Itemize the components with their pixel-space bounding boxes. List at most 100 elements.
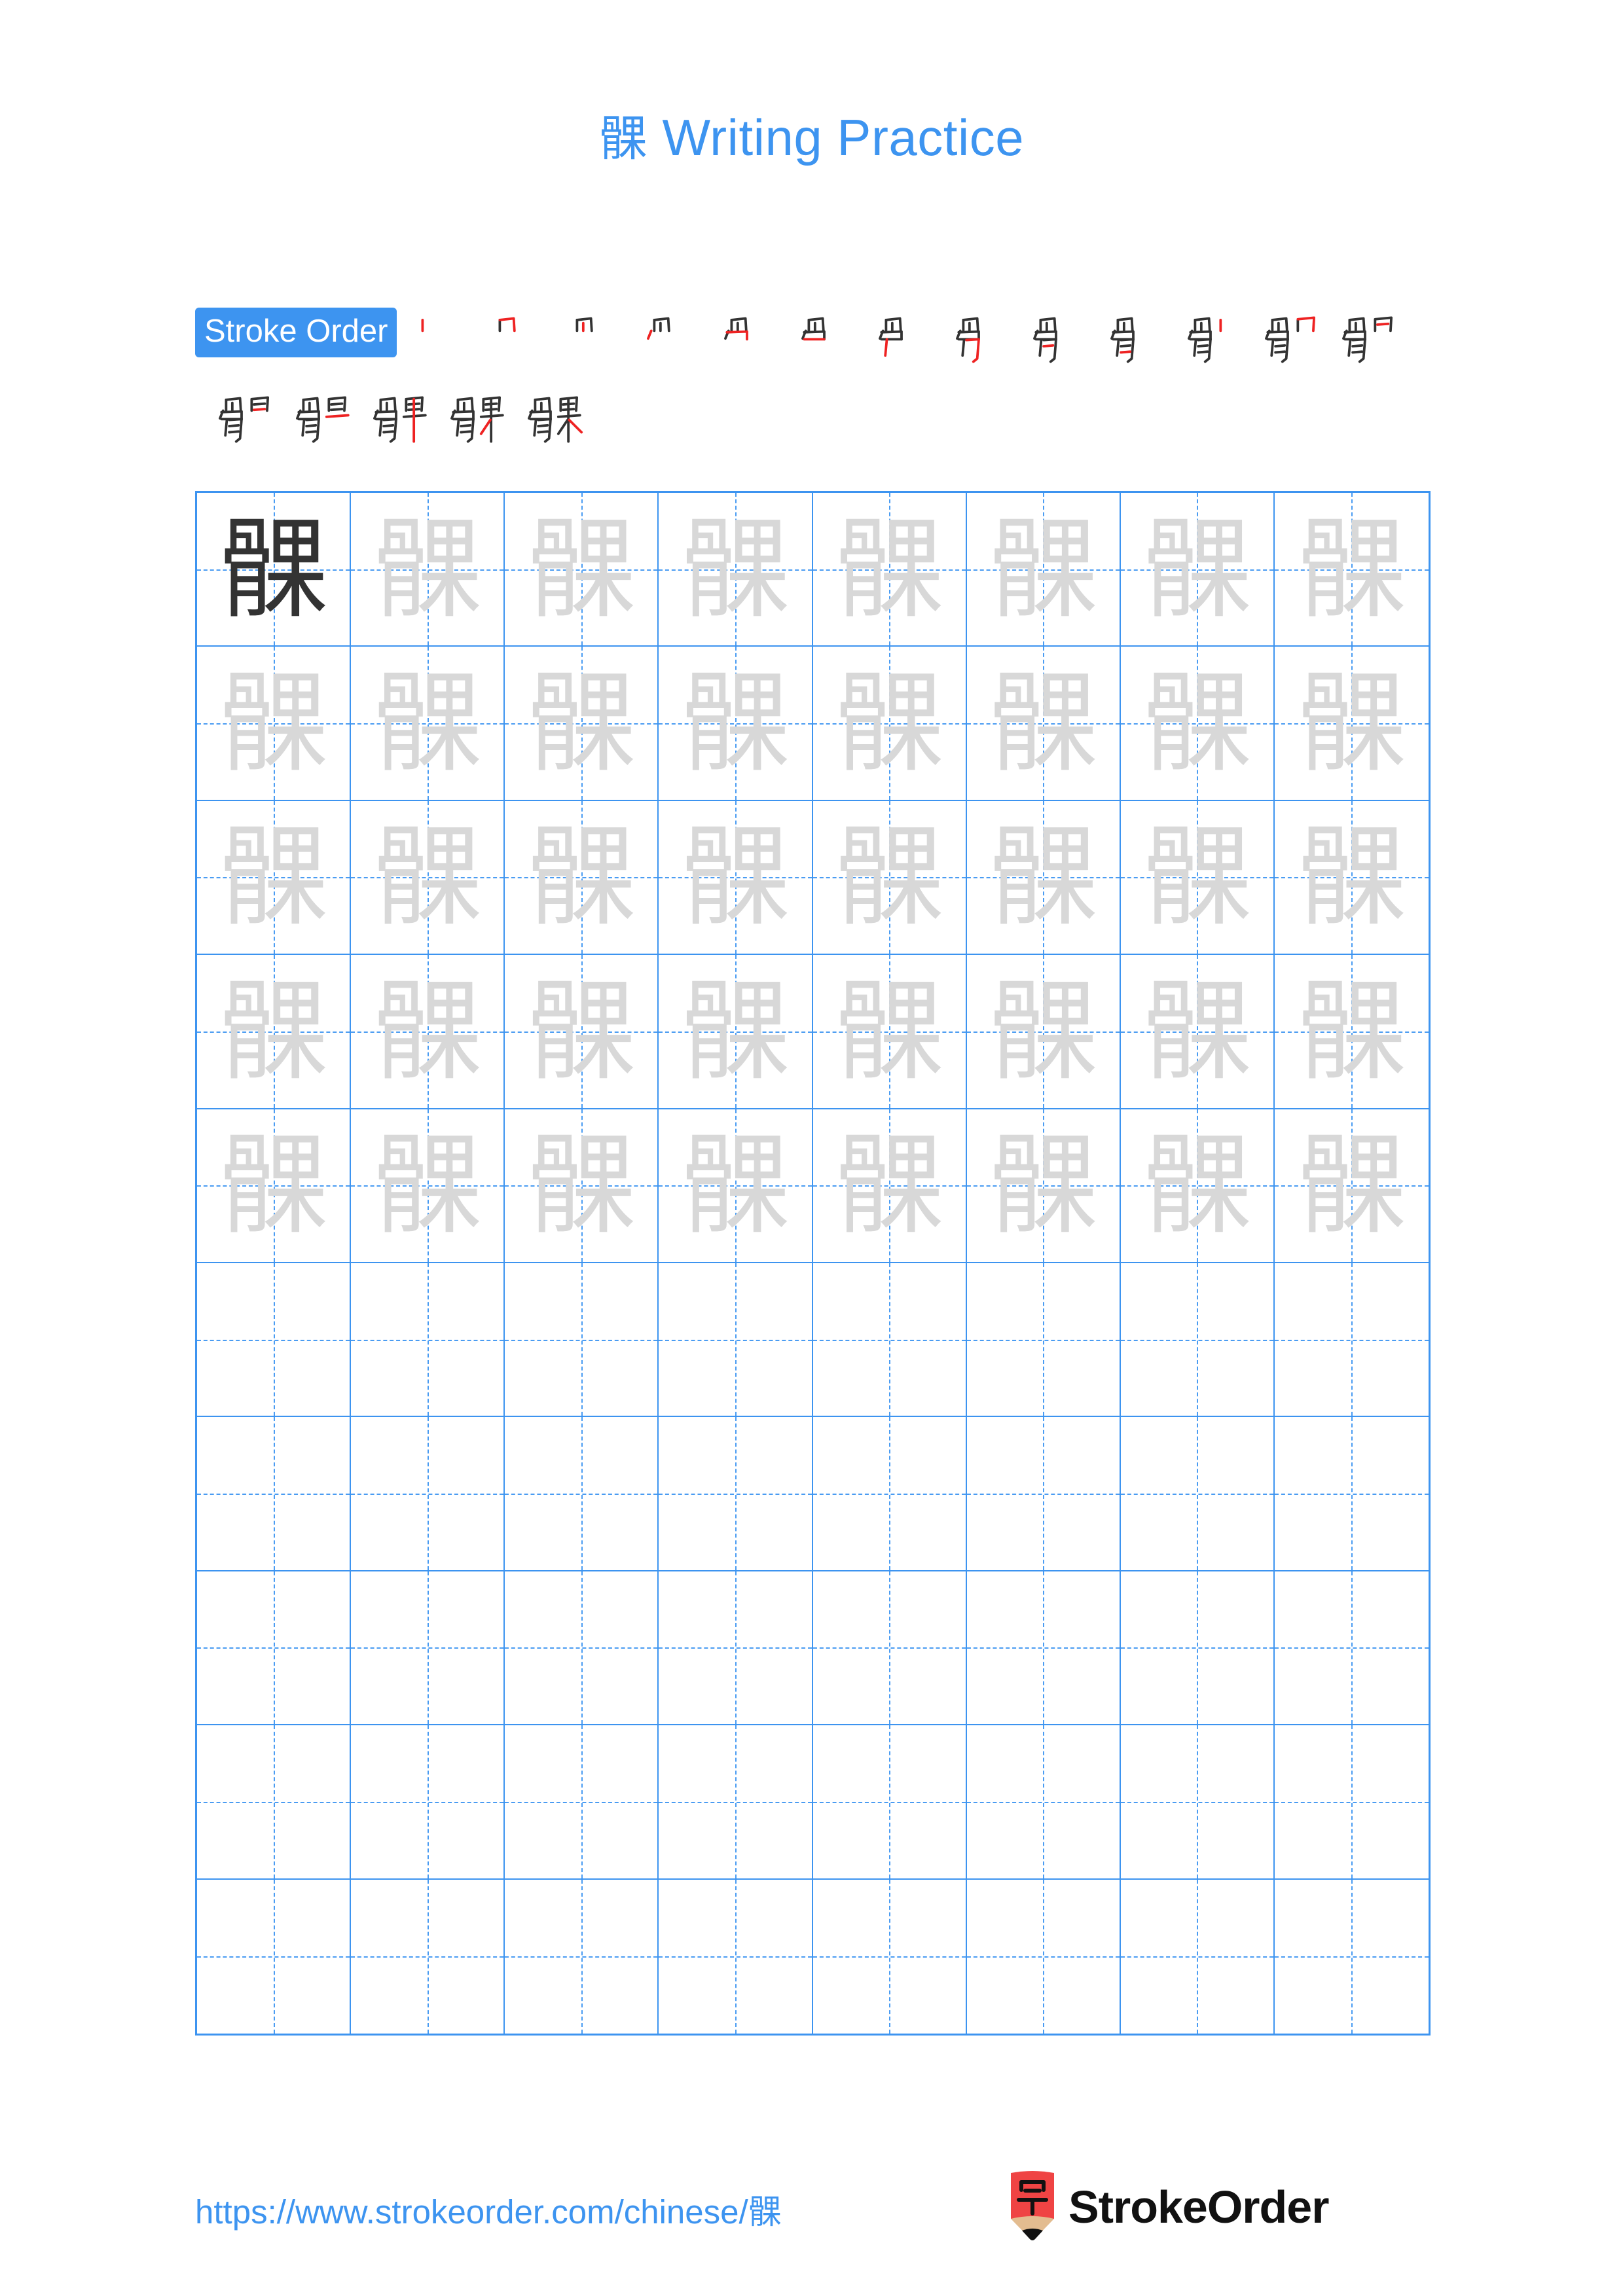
- stroke-step-14: [203, 387, 280, 465]
- footer-url-link[interactable]: https://www.strokeorder.com/chinese/髁: [195, 2185, 782, 2233]
- practice-cell-r10-c5[interactable]: [812, 1879, 967, 2034]
- practice-cell-r2-c5[interactable]: 髁: [812, 647, 967, 801]
- practice-cell-r5-c7[interactable]: 髁: [1120, 1109, 1275, 1263]
- trace-character: 髁: [372, 659, 483, 788]
- practice-cell-r9-c8[interactable]: [1274, 1725, 1429, 1880]
- practice-cell-r10-c8[interactable]: [1274, 1879, 1429, 2034]
- practice-cell-r8-c1[interactable]: [197, 1571, 352, 1726]
- practice-cell-r5-c4[interactable]: 髁: [659, 1109, 813, 1263]
- practice-cell-r7-c7[interactable]: [1120, 1417, 1275, 1571]
- practice-cell-r4-c7[interactable]: 髁: [1120, 955, 1275, 1109]
- practice-cell-r10-c7[interactable]: [1120, 1879, 1275, 2034]
- practice-cell-r10-c1[interactable]: [197, 1879, 352, 2034]
- practice-cell-r5-c8[interactable]: 髁: [1274, 1109, 1429, 1263]
- practice-cell-r2-c2[interactable]: 髁: [351, 647, 505, 801]
- practice-cell-r6-c2[interactable]: [351, 1263, 505, 1418]
- practice-cell-r9-c3[interactable]: [505, 1725, 659, 1880]
- practice-cell-r2-c6[interactable]: 髁: [966, 647, 1121, 801]
- practice-cell-r3-c1[interactable]: 髁: [197, 800, 352, 956]
- practice-cell-r1-c8[interactable]: 髁: [1274, 493, 1429, 647]
- practice-cell-r6-c3[interactable]: [505, 1263, 659, 1418]
- practice-cell-r2-c8[interactable]: 髁: [1274, 647, 1429, 801]
- practice-cell-r3-c8[interactable]: 髁: [1274, 800, 1429, 956]
- practice-cell-r2-c1[interactable]: 髁: [197, 647, 352, 801]
- practice-cell-r1-c3[interactable]: 髁: [505, 493, 659, 647]
- practice-cell-r1-c5[interactable]: 髁: [812, 493, 967, 647]
- practice-cell-r10-c2[interactable]: [351, 1879, 505, 2034]
- practice-cell-r3-c7[interactable]: 髁: [1120, 800, 1275, 956]
- practice-grid: 髁髁髁髁髁髁髁髁髁髁髁髁髁髁髁髁髁髁髁髁髁髁髁髁髁髁髁髁髁髁髁髁髁髁髁髁髁髁髁髁: [195, 491, 1431, 2036]
- practice-cell-r9-c5[interactable]: [812, 1725, 967, 1880]
- trace-character: 髁: [218, 813, 329, 942]
- practice-cell-r9-c1[interactable]: [197, 1725, 352, 1880]
- practice-cell-r3-c3[interactable]: 髁: [505, 800, 659, 956]
- practice-cell-r7-c2[interactable]: [351, 1417, 505, 1571]
- practice-cell-r8-c3[interactable]: [505, 1571, 659, 1726]
- practice-cell-r4-c1[interactable]: 髁: [197, 955, 352, 1109]
- trace-character: 髁: [218, 1121, 329, 1250]
- practice-cell-r9-c6[interactable]: [966, 1725, 1121, 1880]
- practice-cell-r5-c3[interactable]: 髁: [505, 1109, 659, 1263]
- practice-cell-r7-c8[interactable]: [1274, 1417, 1429, 1571]
- practice-cell-r1-c7[interactable]: 髁: [1120, 493, 1275, 647]
- practice-cell-r8-c5[interactable]: [812, 1571, 967, 1726]
- practice-cell-r10-c3[interactable]: [505, 1879, 659, 2034]
- practice-cell-r3-c6[interactable]: 髁: [966, 800, 1121, 956]
- trace-character: 髁: [680, 1121, 790, 1250]
- practice-cell-r7-c1[interactable]: [197, 1417, 352, 1571]
- stroke-step-3: [554, 308, 631, 385]
- practice-cell-r10-c4[interactable]: [659, 1879, 813, 2034]
- stroke-order-section: Stroke Order: [195, 308, 1439, 466]
- practice-cell-r8-c8[interactable]: [1274, 1571, 1429, 1726]
- practice-cell-r1-c2[interactable]: 髁: [351, 493, 505, 647]
- practice-cell-r6-c7[interactable]: [1120, 1263, 1275, 1418]
- practice-cell-r10-c6[interactable]: [966, 1879, 1121, 2034]
- practice-cell-r9-c4[interactable]: [659, 1725, 813, 1880]
- trace-character: 髁: [680, 813, 790, 942]
- stroke-step-4: [631, 308, 708, 385]
- practice-cell-r7-c5[interactable]: [812, 1417, 967, 1571]
- practice-cell-r7-c3[interactable]: [505, 1417, 659, 1571]
- trace-character: 髁: [1296, 1121, 1407, 1250]
- stroke-step-list-row-2: [203, 387, 589, 465]
- stroke-step-18: [512, 387, 589, 465]
- footer: https://www.strokeorder.com/chinese/髁 St…: [0, 2171, 1623, 2258]
- practice-cell-r4-c6[interactable]: 髁: [966, 955, 1121, 1109]
- trace-character: 髁: [988, 967, 1099, 1096]
- practice-cell-r5-c5[interactable]: 髁: [812, 1109, 967, 1263]
- practice-cell-r2-c4[interactable]: 髁: [659, 647, 813, 801]
- practice-cell-r3-c5[interactable]: 髁: [812, 800, 967, 956]
- practice-cell-r1-c6[interactable]: 髁: [966, 493, 1121, 647]
- practice-cell-r6-c1[interactable]: [197, 1263, 352, 1418]
- strokeorder-logo[interactable]: StrokeOrder: [1008, 2170, 1329, 2244]
- practice-cell-r4-c3[interactable]: 髁: [505, 955, 659, 1109]
- practice-cell-r4-c8[interactable]: 髁: [1274, 955, 1429, 1109]
- practice-cell-r4-c2[interactable]: 髁: [351, 955, 505, 1109]
- practice-cell-r6-c4[interactable]: [659, 1263, 813, 1418]
- practice-cell-r9-c2[interactable]: [351, 1725, 505, 1880]
- practice-cell-r4-c5[interactable]: 髁: [812, 955, 967, 1109]
- practice-cell-r5-c6[interactable]: 髁: [966, 1109, 1121, 1263]
- practice-cell-r1-c4[interactable]: 髁: [659, 493, 813, 647]
- practice-cell-r8-c6[interactable]: [966, 1571, 1121, 1726]
- practice-cell-r7-c6[interactable]: [966, 1417, 1121, 1571]
- practice-cell-r6-c8[interactable]: [1274, 1263, 1429, 1418]
- practice-cell-r7-c4[interactable]: [659, 1417, 813, 1571]
- practice-cell-r2-c3[interactable]: 髁: [505, 647, 659, 801]
- practice-cell-r4-c4[interactable]: 髁: [659, 955, 813, 1109]
- stroke-step-17: [435, 387, 512, 465]
- practice-cell-r5-c1[interactable]: 髁: [197, 1109, 352, 1263]
- practice-cell-r9-c7[interactable]: [1120, 1725, 1275, 1880]
- practice-cell-r5-c2[interactable]: 髁: [351, 1109, 505, 1263]
- practice-cell-r8-c2[interactable]: [351, 1571, 505, 1726]
- practice-cell-r3-c2[interactable]: 髁: [351, 800, 505, 956]
- practice-cell-r6-c5[interactable]: [812, 1263, 967, 1418]
- practice-cell-r8-c7[interactable]: [1120, 1571, 1275, 1726]
- practice-cell-r1-c1[interactable]: 髁: [197, 493, 352, 647]
- practice-cell-r2-c7[interactable]: 髁: [1120, 647, 1275, 801]
- stroke-step-12: [1249, 308, 1326, 385]
- practice-cell-r8-c4[interactable]: [659, 1571, 813, 1726]
- practice-cell-r6-c6[interactable]: [966, 1263, 1121, 1418]
- trace-character: 髁: [834, 505, 945, 634]
- practice-cell-r3-c4[interactable]: 髁: [659, 800, 813, 956]
